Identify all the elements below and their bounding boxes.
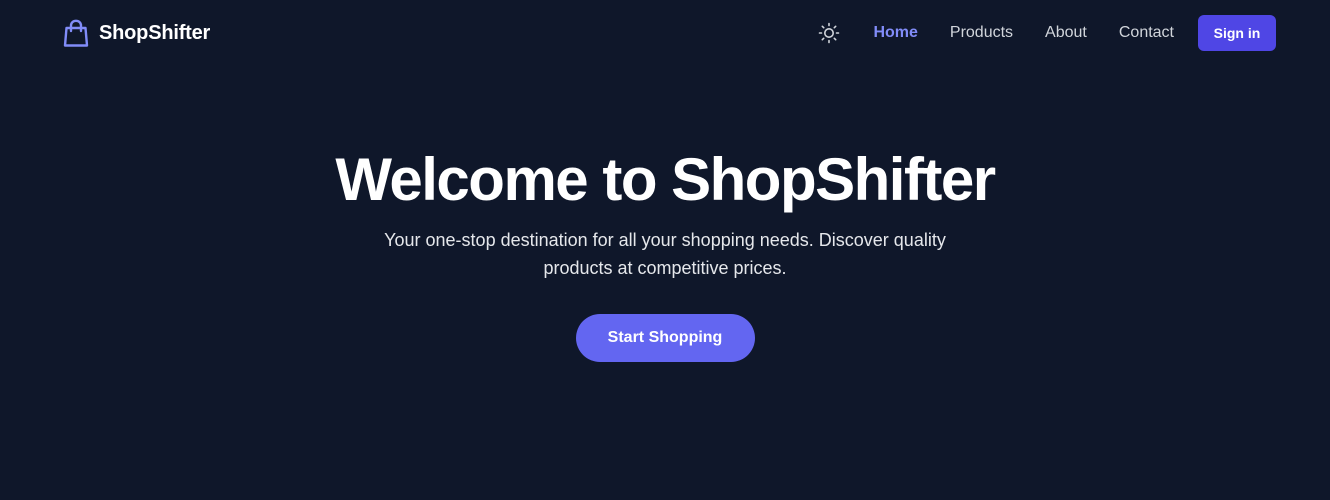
nav-link-about[interactable]: About (1045, 24, 1087, 42)
brand-name: ShopShifter (99, 21, 211, 44)
navbar: ShopShifter Home Products About Contact … (0, 0, 1330, 66)
hero-title: Welcome to ShopShifter (335, 146, 996, 213)
shopping-bag-icon (62, 18, 90, 48)
page: ShopShifter Home Products About Contact … (0, 0, 1330, 500)
hero-subtitle: Your one-stop destination for all your s… (384, 230, 946, 278)
nav-link-products[interactable]: Products (950, 24, 1013, 42)
sun-icon (819, 22, 840, 44)
main-nav: Home Products About Contact Sign in (815, 15, 1276, 51)
nav-link-home[interactable]: Home (873, 24, 917, 42)
nav-link-contact[interactable]: Contact (1119, 24, 1174, 42)
sign-in-button[interactable]: Sign in (1198, 15, 1276, 51)
hero-section: Welcome to ShopShifter Your one-stop des… (0, 140, 1330, 362)
start-shopping-button[interactable]: Start Shopping (575, 314, 755, 362)
theme-toggle-button[interactable] (815, 19, 843, 47)
brand-logo-link[interactable]: ShopShifter (62, 18, 210, 48)
